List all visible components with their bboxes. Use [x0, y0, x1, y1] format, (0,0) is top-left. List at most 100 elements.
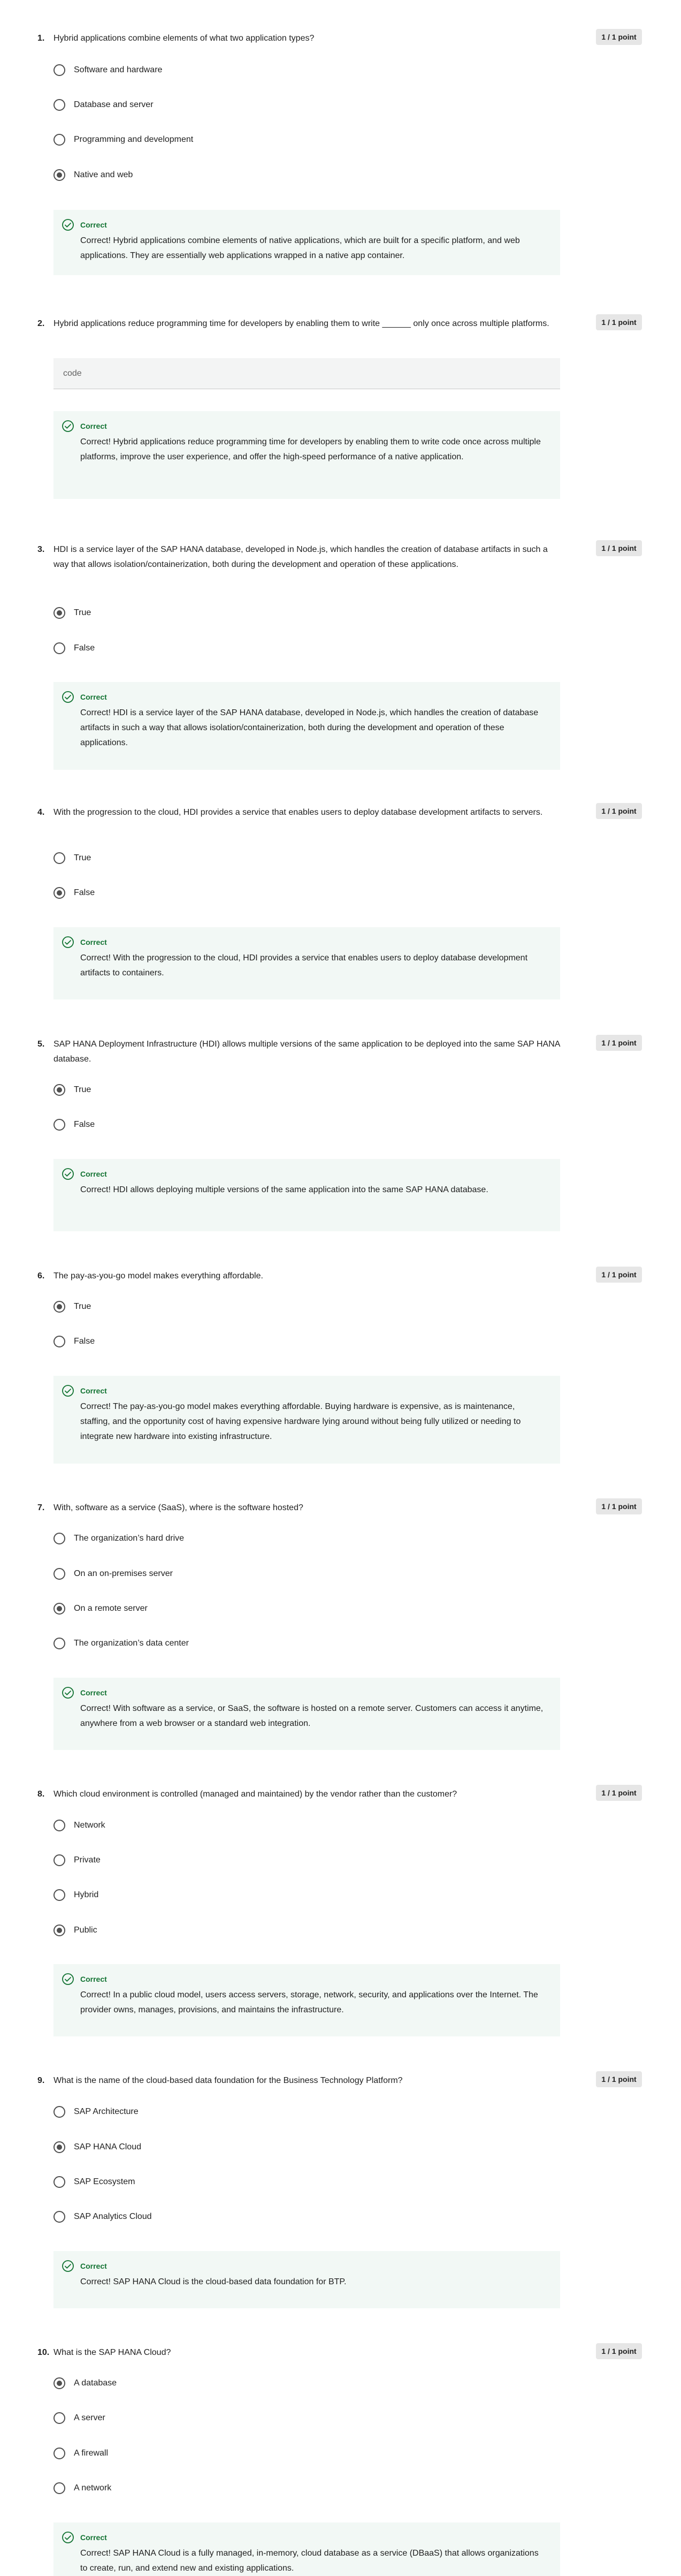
feedback-box: Correct Correct! In a public cloud model,…	[53, 1964, 560, 2036]
radio-button[interactable]	[53, 64, 65, 76]
check-circle-icon	[62, 1973, 74, 1985]
radio-button[interactable]	[53, 1568, 65, 1580]
text-answer-field[interactable]: code	[53, 358, 560, 389]
answer-option[interactable]: Programming and development	[53, 131, 193, 148]
question-text: Which cloud environment is controlled (m…	[53, 1790, 457, 1799]
answer-option[interactable]: SAP Ecosystem	[53, 2173, 135, 2191]
answer-option-label: Software and hardware	[74, 65, 163, 74]
radio-button[interactable]	[53, 1889, 65, 1901]
answer-option[interactable]: True	[53, 1081, 91, 1098]
question-number: 2.	[37, 319, 45, 328]
radio-button[interactable]	[53, 642, 65, 654]
answer-option[interactable]: True	[53, 604, 91, 622]
answer-option-label: SAP Analytics Cloud	[74, 2212, 152, 2221]
answer-option[interactable]: False	[53, 884, 95, 901]
answer-option[interactable]: Native and web	[53, 166, 133, 184]
radio-button[interactable]	[53, 1820, 65, 1831]
radio-button[interactable]	[53, 1084, 65, 1096]
answer-option[interactable]: SAP Analytics Cloud	[53, 2208, 152, 2225]
answer-option[interactable]: Database and server	[53, 96, 154, 113]
answer-option[interactable]: The organization’s data center	[53, 1635, 189, 1652]
radio-button[interactable]	[53, 607, 65, 619]
question-text: With the progression to the cloud, HDI p…	[53, 808, 543, 817]
answer-option[interactable]: On an on-premises server	[53, 1565, 173, 1582]
answer-option[interactable]: A server	[53, 2410, 105, 2427]
radio-selected-dot	[57, 2381, 62, 2386]
radio-selected-dot	[57, 1087, 62, 1093]
answer-option-label: SAP Architecture	[74, 2107, 139, 2116]
question-text: What is the name of the cloud-based data…	[53, 2076, 403, 2085]
radio-button[interactable]	[53, 1854, 65, 1866]
question-number: 8.	[37, 1790, 45, 1799]
answer-option[interactable]: SAP HANA Cloud	[53, 2139, 141, 2156]
radio-button[interactable]	[53, 134, 65, 146]
answer-option[interactable]: Hybrid	[53, 1886, 98, 1904]
radio-button[interactable]	[53, 1533, 65, 1544]
feedback-title: Correct	[80, 2533, 107, 2542]
radio-button[interactable]	[53, 99, 65, 111]
answer-option[interactable]: Private	[53, 1852, 101, 1869]
feedback-text: Correct! SAP HANA Cloud is a fully manag…	[80, 2549, 539, 2573]
radio-button[interactable]	[53, 2377, 65, 2389]
radio-button[interactable]	[53, 2482, 65, 2494]
answer-option[interactable]: A firewall	[53, 2445, 108, 2462]
radio-button[interactable]	[53, 2412, 65, 2424]
answer-option-label: On an on-premises server	[74, 1569, 173, 1578]
answer-option[interactable]: A network	[53, 2480, 111, 2497]
answer-option[interactable]: SAP Architecture	[53, 2103, 139, 2120]
answer-option[interactable]: False	[53, 640, 95, 657]
check-circle-icon	[62, 219, 74, 231]
answer-option[interactable]: True	[53, 850, 91, 867]
radio-selected-dot	[57, 610, 62, 616]
answer-option[interactable]: A database	[53, 2375, 117, 2392]
radio-button[interactable]	[53, 169, 65, 181]
radio-button[interactable]	[53, 852, 65, 864]
points-badge: 1 / 1 point	[596, 803, 642, 819]
answer-option[interactable]: Software and hardware	[53, 62, 162, 79]
check-circle-icon	[62, 1687, 74, 1699]
answer-option[interactable]: The organization’s hard drive	[53, 1530, 184, 1547]
check-circle-icon	[62, 691, 74, 703]
points-badge: 1 / 1 point	[596, 1785, 642, 1801]
feedback-text: Correct! In a public cloud model, users …	[80, 1990, 538, 2014]
answer-option[interactable]: True	[53, 1298, 91, 1315]
radio-selected-dot	[57, 1606, 62, 1611]
radio-button[interactable]	[53, 2106, 65, 2118]
points-badge: 1 / 1 point	[596, 2071, 642, 2087]
answer-option-label: True	[74, 1085, 91, 1094]
question-number: 3.	[37, 545, 45, 554]
points-badge: 1 / 1 point	[596, 1035, 642, 1051]
radio-button[interactable]	[53, 2141, 65, 2153]
answer-option-label: True	[74, 608, 91, 617]
answer-option-label: Hybrid	[74, 1890, 99, 1899]
radio-button[interactable]	[53, 1301, 65, 1313]
answer-option-label: Programming and development	[74, 135, 194, 144]
radio-button[interactable]	[53, 2176, 65, 2188]
radio-button[interactable]	[53, 1603, 65, 1615]
radio-button[interactable]	[53, 1638, 65, 1649]
question-text: The pay-as-you-go model makes everything…	[53, 1271, 263, 1281]
radio-selected-dot	[57, 172, 62, 178]
answer-option-label: True	[74, 853, 91, 862]
answer-option[interactable]: On a remote server	[53, 1600, 148, 1617]
answer-option[interactable]: False	[53, 1333, 95, 1350]
radio-button[interactable]	[53, 1119, 65, 1131]
radio-selected-dot	[57, 1304, 62, 1309]
radio-selected-dot	[57, 2145, 62, 2150]
radio-button[interactable]	[53, 1336, 65, 1347]
radio-button[interactable]	[53, 1925, 65, 1936]
radio-button[interactable]	[53, 2211, 65, 2223]
feedback-text: Correct! Hybrid applications reduce prog…	[80, 437, 541, 461]
answer-option[interactable]: Public	[53, 1922, 97, 1939]
feedback-box: Correct Correct! With software as a servi…	[53, 1678, 560, 1750]
answer-option-label: False	[74, 1120, 95, 1129]
radio-button[interactable]	[53, 2448, 65, 2459]
answer-option[interactable]: False	[53, 1116, 95, 1133]
answer-option-label: SAP HANA Cloud	[74, 2142, 141, 2151]
answer-option[interactable]: Network	[53, 1817, 105, 1834]
feedback-box: Correct Correct! Hybrid applications redu…	[53, 411, 560, 499]
question-text: With, software as a service (SaaS), wher…	[53, 1503, 303, 1512]
feedback-text: Correct! HDI is a service layer of the S…	[80, 708, 539, 747]
radio-button[interactable]	[53, 887, 65, 899]
answer-option-label: Native and web	[74, 170, 133, 179]
